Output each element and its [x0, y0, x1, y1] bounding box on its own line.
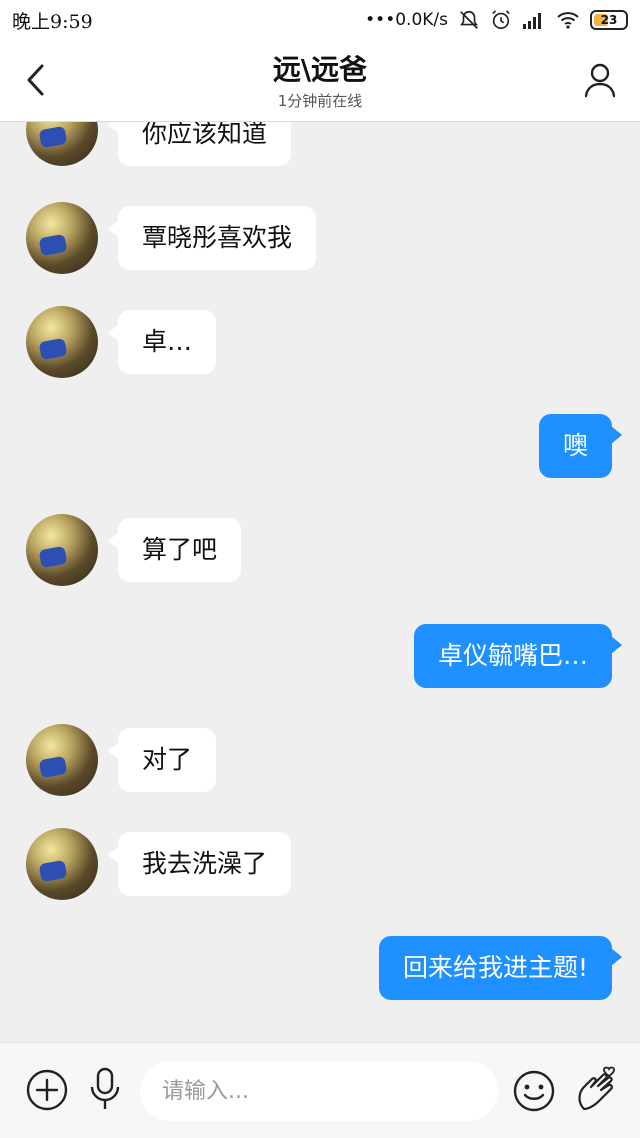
mute-bell-icon [460, 10, 478, 29]
plus-circle-icon[interactable] [26, 1069, 68, 1111]
wifi-icon [557, 12, 579, 29]
message-bubble-incoming[interactable]: 你应该知道 [107, 122, 292, 166]
message-bubble-outgoing[interactable]: 卓仪毓嘴巴… [413, 624, 623, 688]
person-icon[interactable] [584, 62, 616, 98]
emoji-icon[interactable] [512, 1069, 556, 1113]
status-time: 晚上9:59 [12, 10, 93, 33]
message-bubble-outgoing[interactable]: 噢 [538, 414, 623, 478]
status-right: •••0.0K/s 23 [365, 9, 628, 31]
status-bar: 晚上9:59 •••0.0K/s 23 [0, 0, 640, 40]
message-bubble-incoming[interactable]: 覃晓彤喜欢我 [107, 206, 317, 270]
message-bubble-incoming[interactable]: 算了吧 [107, 518, 242, 582]
hand-heart-icon[interactable] [574, 1065, 618, 1113]
message-bubble-incoming[interactable]: 卓… [107, 310, 217, 374]
message-input[interactable] [140, 1061, 498, 1121]
input-bar [0, 1042, 640, 1138]
avatar[interactable] [26, 202, 98, 274]
signal-icon [523, 13, 541, 29]
page-title: 远\远爸 [272, 53, 368, 86]
message-bubble-incoming[interactable]: 我去洗澡了 [107, 832, 292, 896]
battery-icon: 23 [590, 10, 628, 30]
avatar[interactable] [26, 122, 98, 166]
avatar[interactable] [26, 828, 98, 900]
message-bubble-outgoing[interactable]: 回来给我进主题! [378, 936, 623, 1000]
message-bubble-incoming[interactable]: 对了 [107, 728, 217, 792]
message-list[interactable]: 你应该知道 覃晓彤喜欢我 卓… 噢 算了吧 卓仪毓嘴巴… 对了 我去洗澡了 回来… [0, 122, 640, 1042]
chat-header: 远\远爸 1分钟前在线 [0, 40, 640, 122]
avatar[interactable] [26, 514, 98, 586]
avatar[interactable] [26, 306, 98, 378]
network-speed: •••0.0K/s [365, 10, 448, 30]
online-status: 1分钟前在线 [277, 92, 363, 110]
avatar[interactable] [26, 724, 98, 796]
battery-level: 23 [600, 13, 618, 27]
microphone-icon[interactable] [88, 1067, 122, 1111]
alarm-icon [492, 10, 510, 30]
